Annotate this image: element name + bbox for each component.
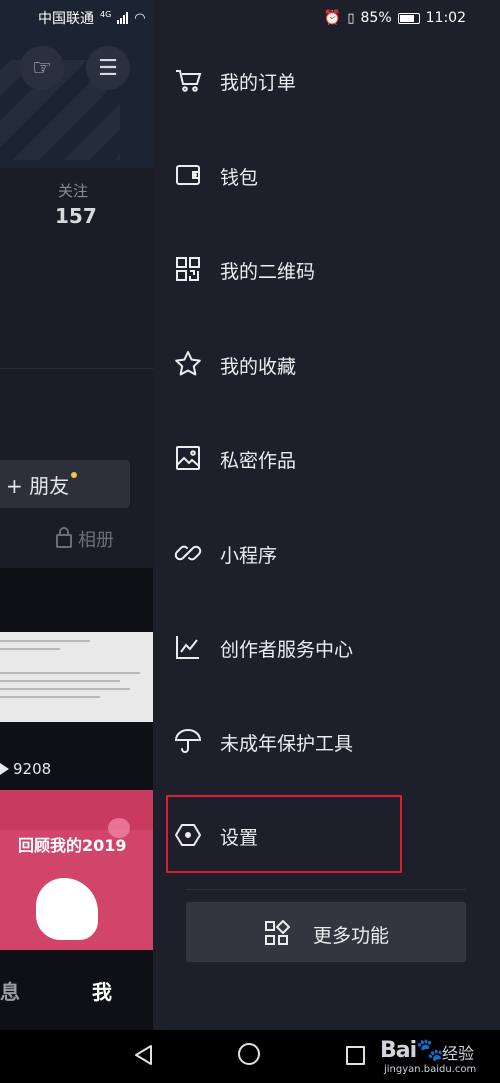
menu-item-label: 我的订单	[220, 72, 297, 94]
image-icon	[176, 446, 200, 470]
bottom-tab-bar	[0, 950, 153, 1030]
video-thumbnail-2019[interactable]: 回顾我的2019	[0, 790, 153, 950]
menu-icon[interactable]: ☰	[86, 46, 130, 90]
menu-item-orders[interactable]: 我的订单	[153, 50, 500, 110]
menu-item-qr-code[interactable]: 我的二维码	[153, 239, 500, 299]
divider	[0, 368, 153, 369]
view-count-value: 9208	[13, 760, 52, 778]
chart-icon	[176, 636, 199, 659]
tab-me[interactable]: 我	[92, 976, 112, 1005]
alarm-icon: ⏰	[323, 10, 342, 26]
clock: 11:02	[425, 10, 466, 26]
qr-code-icon	[176, 257, 200, 281]
profile-background: ☞ ☰ 关注 157 + 朋友 相册 9208 回顾我的2019 息 我	[0, 0, 153, 1083]
tab-messages[interactable]: 息	[0, 976, 20, 1005]
battery-icon	[397, 12, 420, 24]
menu-item-label: 我的二维码	[220, 261, 316, 283]
notification-dot	[71, 472, 78, 478]
status-bar: 中国联通 4G ◠ ⏰ ▯ 85% 11:02	[0, 0, 500, 36]
play-icon	[0, 763, 9, 775]
menu-item-label: 私密作品	[220, 450, 297, 472]
drawer-divider	[186, 889, 466, 890]
following-count[interactable]: 157	[55, 204, 97, 228]
menu-item-label: 我的收藏	[220, 356, 297, 378]
video-thumbnail[interactable]	[0, 632, 153, 722]
wifi-icon: ◠	[134, 10, 146, 26]
star-icon	[175, 351, 201, 376]
hand-pointer-icon[interactable]: ☞	[20, 46, 64, 90]
menu-item-label: 创作者服务中心	[220, 639, 354, 661]
battery-percent: 85%	[360, 10, 392, 26]
wallet-icon	[176, 165, 200, 185]
watermark-label: 经验	[442, 1044, 475, 1063]
menu-item-favorites[interactable]: 我的收藏	[153, 334, 500, 394]
following-label: 关注	[58, 182, 89, 200]
signal-icon	[117, 12, 129, 24]
settings-highlight-box	[166, 795, 402, 873]
back-icon[interactable]	[133, 1044, 155, 1066]
view-count: 9208	[0, 760, 51, 778]
menu-item-label: 钱包	[220, 167, 259, 189]
album-link[interactable]: 相册	[56, 526, 114, 552]
thumbnail-title: 回顾我的2019	[18, 836, 127, 855]
cart-icon	[176, 70, 202, 92]
recent-apps-icon[interactable]	[346, 1046, 365, 1065]
grid-icon	[265, 920, 290, 945]
lock-icon	[56, 527, 72, 548]
more-features-button[interactable]: 更多功能	[186, 902, 466, 962]
menu-item-wallet[interactable]: 钱包	[153, 145, 500, 205]
link-icon	[174, 545, 202, 561]
add-friend-button[interactable]: + 朋友	[0, 460, 130, 508]
menu-item-creator-center[interactable]: 创作者服务中心	[153, 617, 500, 677]
add-friend-label: + 朋友	[6, 473, 70, 498]
baidu-logo: Bai🐾	[380, 1038, 444, 1063]
umbrella-icon	[174, 729, 202, 753]
home-icon[interactable]	[238, 1043, 260, 1065]
avatar-silhouette	[36, 878, 98, 940]
more-features-label: 更多功能	[313, 925, 390, 947]
vibrate-icon: ▯	[347, 10, 355, 26]
menu-item-label: 小程序	[220, 545, 278, 567]
network-type: 4G	[100, 9, 112, 19]
baidu-watermark: Bai🐾 经验 jingyan.baidu.com	[380, 1036, 498, 1080]
menu-item-private-works[interactable]: 私密作品	[153, 428, 500, 488]
menu-item-minor-protection[interactable]: 未成年保护工具	[153, 711, 500, 771]
watermark-url: jingyan.baidu.com	[384, 1064, 477, 1075]
carrier-name: 中国联通	[38, 11, 94, 27]
menu-item-mini-programs[interactable]: 小程序	[153, 523, 500, 583]
menu-item-label: 未成年保护工具	[220, 733, 354, 755]
album-label: 相册	[78, 530, 114, 551]
